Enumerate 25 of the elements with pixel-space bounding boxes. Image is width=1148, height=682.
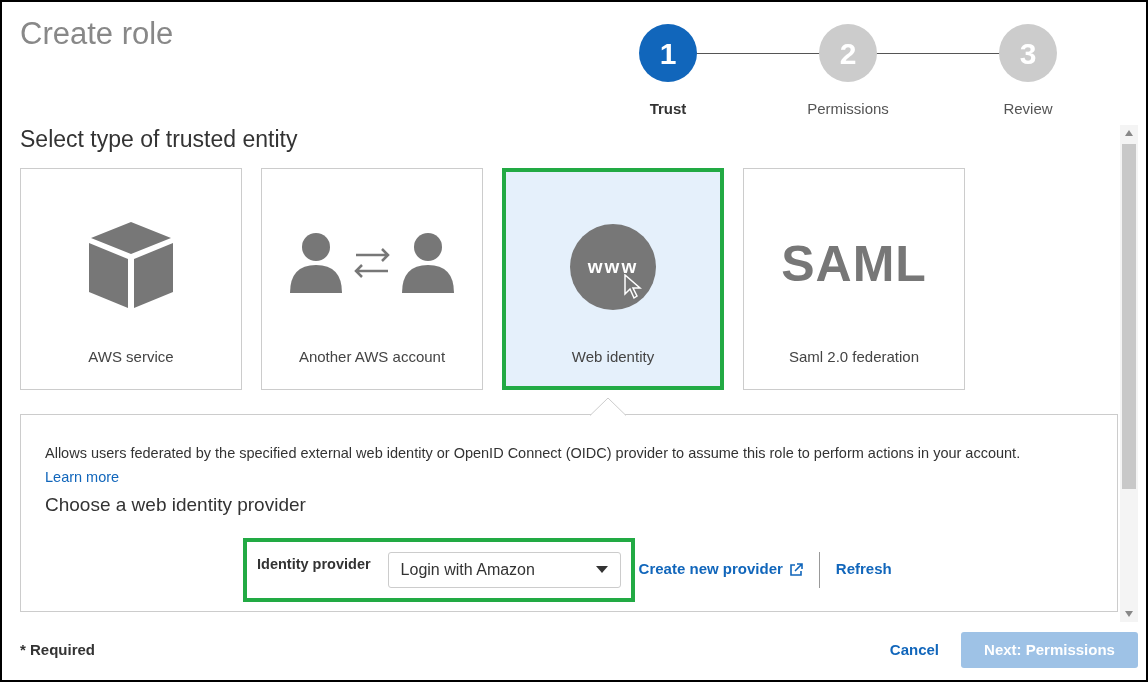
page-title: Create role: [20, 18, 175, 49]
entity-card[interactable]: Another AWS account: [261, 168, 483, 390]
entity-card[interactable]: SAML Saml 2.0 federation: [743, 168, 965, 390]
provider-dropdown[interactable]: Login with Amazon: [387, 551, 621, 588]
saml-logo: SAML: [781, 239, 927, 289]
required-note: * Required: [20, 639, 96, 660]
section-title: Select type of trusted entity: [20, 128, 299, 151]
scroll-down-icon[interactable]: [1125, 611, 1133, 617]
entity-card[interactable]: AWS service: [20, 168, 242, 390]
step-label: Trust: [649, 99, 687, 119]
cancel-button[interactable]: Cancel: [889, 638, 939, 662]
external-link-icon: [788, 562, 803, 577]
learn-more-link[interactable]: Learn more: [45, 469, 120, 485]
field-label: Identity provider: [257, 554, 371, 574]
refresh-link[interactable]: Refresh: [835, 558, 892, 581]
provider-heading: Choose a web identity provider: [45, 493, 307, 517]
entity-card[interactable]: www Web identity: [502, 168, 724, 390]
step-label: Review: [1003, 99, 1053, 119]
web-globe-icon: www: [570, 224, 656, 310]
scrollbar[interactable]: [1120, 125, 1138, 622]
scroll-up-icon[interactable]: [1125, 130, 1133, 136]
create-provider-link[interactable]: Create new provider: [638, 558, 803, 581]
description-text: Allows users federated by the specified external web identity or OpenID Connect (OIDC) provider to assume this role to perform actions in your account. Learn more: [45, 444, 1022, 487]
caret-icon: [595, 566, 608, 573]
step-label: Permissions: [807, 99, 889, 119]
